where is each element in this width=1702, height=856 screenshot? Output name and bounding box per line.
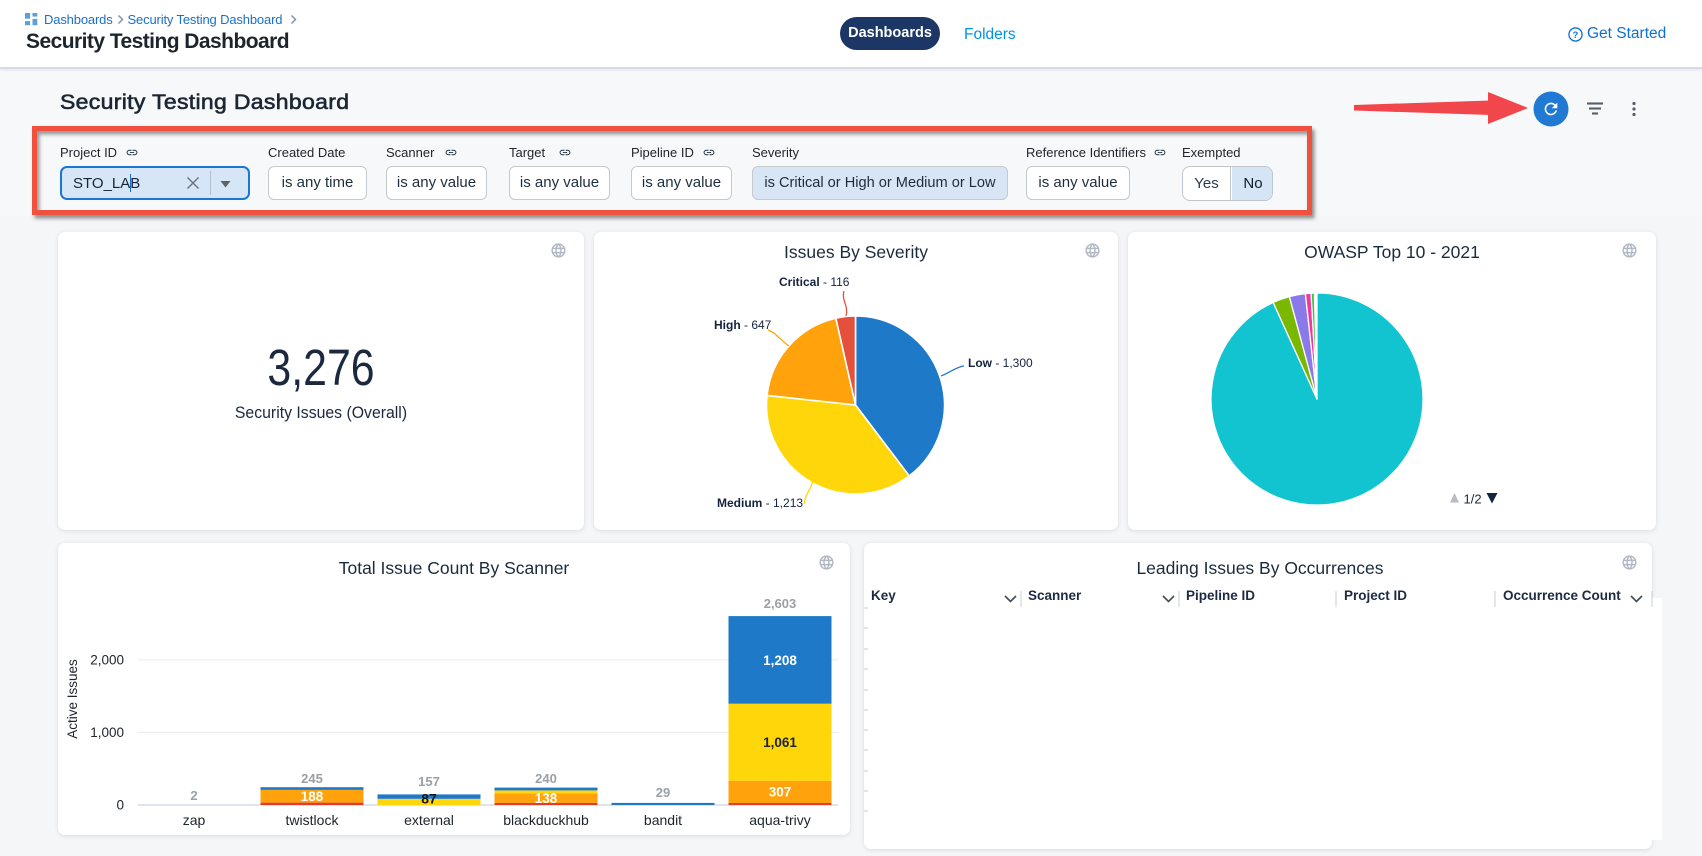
svg-text:2,000: 2,000 xyxy=(90,653,124,668)
svg-text:29: 29 xyxy=(656,785,670,800)
svg-text:Critical - 116: Critical - 116 xyxy=(779,275,850,289)
svg-text:zap: zap xyxy=(183,812,206,828)
svg-text:307: 307 xyxy=(769,785,792,800)
svg-text:external: external xyxy=(404,812,454,828)
svg-text:240: 240 xyxy=(535,771,557,786)
svg-text:138: 138 xyxy=(535,791,558,806)
svg-text:Active Issues: Active Issues xyxy=(65,659,80,739)
svg-text:2: 2 xyxy=(190,788,197,803)
svg-text:Medium - 1,213: Medium - 1,213 xyxy=(717,496,803,510)
svg-text:2,603: 2,603 xyxy=(764,596,797,611)
svg-text:1,208: 1,208 xyxy=(763,653,797,668)
svg-text:87: 87 xyxy=(421,791,437,807)
svg-text:188: 188 xyxy=(301,789,324,804)
svg-text:245: 245 xyxy=(301,771,323,786)
svg-text:1,000: 1,000 xyxy=(90,725,124,740)
svg-text:1/2: 1/2 xyxy=(1464,492,1482,507)
svg-text:0: 0 xyxy=(116,798,124,813)
svg-text:aqua-trivy: aqua-trivy xyxy=(749,812,810,828)
svg-text:blackduckhub: blackduckhub xyxy=(503,812,589,828)
svg-text:Low - 1,300: Low - 1,300 xyxy=(968,356,1033,370)
svg-text:High - 647: High - 647 xyxy=(714,318,772,332)
svg-text:bandit: bandit xyxy=(644,812,682,828)
svg-text:twistlock: twistlock xyxy=(286,812,340,828)
svg-text:1,061: 1,061 xyxy=(763,735,797,750)
svg-text:?: ? xyxy=(1573,29,1579,39)
svg-text:157: 157 xyxy=(418,774,440,789)
